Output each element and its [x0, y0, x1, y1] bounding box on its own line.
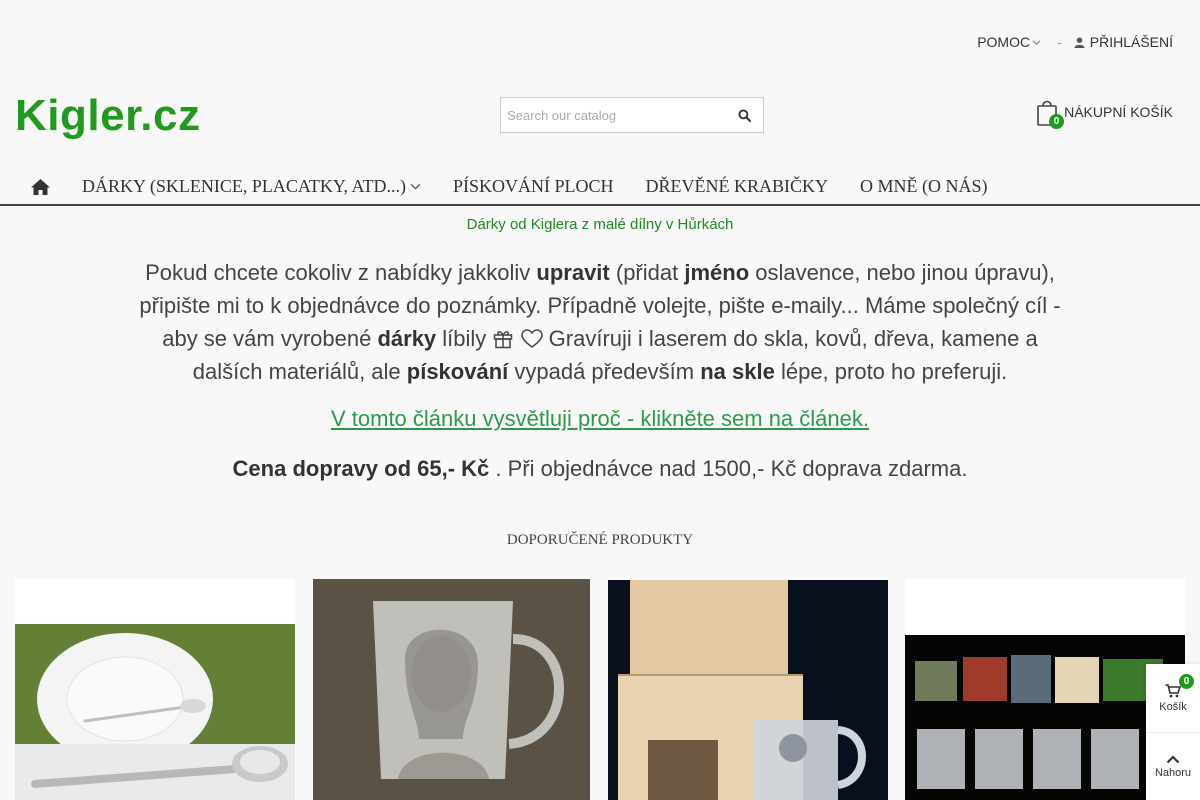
product-image — [608, 580, 888, 800]
product-card[interactable] — [608, 580, 888, 800]
topbar-separator: - — [1057, 34, 1062, 50]
nav-item-label: PÍSKOVÁNÍ PLOCH — [453, 176, 614, 196]
featured-products-title: DOPORUČENÉ PRODUKTY — [506, 532, 694, 548]
article-link[interactable]: V tomto článku vysvětluji proč - kliknět… — [0, 406, 1200, 432]
cart-link[interactable]: 0 NÁKUPNÍ KOŠÍK — [1036, 97, 1173, 129]
tagline: Dárky od Kiglera z malé dílny v Hůrkách — [466, 216, 734, 233]
cart-label: NÁKUPNÍ KOŠÍK — [1064, 104, 1173, 120]
nav-item-sandblasting[interactable]: PÍSKOVÁNÍ PLOCH — [453, 176, 614, 197]
site-logo[interactable]: Kigler.cz — [15, 91, 200, 141]
intro-bold: dárky — [377, 326, 437, 351]
shipping-info: Cena dopravy od 65,- Kč . Při objednávce… — [0, 456, 1200, 482]
gift-icon — [494, 331, 513, 349]
chevron-up-icon — [1166, 755, 1180, 764]
cart-count-badge: 0 — [1049, 114, 1065, 129]
side-cart-button[interactable]: Košík 0 — [1146, 664, 1200, 732]
home-icon[interactable] — [30, 178, 51, 196]
intro-bold: jméno — [684, 260, 750, 285]
intro-text-part: vypadá především — [508, 359, 701, 384]
nav-item-label: O MNĚ (O NÁS) — [860, 176, 988, 196]
login-link[interactable]: PŘIHLÁŠENÍ — [1074, 34, 1173, 50]
chevron-down-icon — [410, 183, 421, 190]
nav-item-label: DÁRKY (SKLENICE, PLACATKY, ATD...) — [82, 176, 407, 196]
floating-side-widget: Košík 0 Nahoru — [1146, 664, 1200, 800]
intro-bold: na skle — [700, 359, 775, 384]
nav-item-label: DŘEVĚNÉ KRABIČKY — [645, 176, 829, 196]
shipping-price: Cena dopravy od 65,- Kč — [232, 456, 490, 481]
product-card[interactable] — [905, 579, 1185, 800]
product-image — [15, 579, 295, 800]
help-menu[interactable]: POMOC — [977, 34, 1041, 50]
back-to-top-label: Nahoru — [1154, 767, 1192, 779]
intro-bold: upravit — [536, 260, 610, 285]
login-label: PŘIHLÁŠENÍ — [1089, 34, 1173, 50]
intro-text-part: lépe, proto ho preferuji. — [774, 359, 1008, 384]
cart-icon — [1165, 683, 1181, 697]
intro-text-part: Pokud chcete cokoliv z nabídky jakkoliv — [145, 260, 537, 285]
nav-item-about[interactable]: O MNĚ (O NÁS) — [860, 176, 988, 197]
intro-text-part: líbily — [436, 326, 493, 351]
heart-icon — [520, 329, 543, 348]
main-nav: DÁRKY (SKLENICE, PLACATKY, ATD...) PÍSKO… — [0, 168, 1200, 206]
shipping-note: . Při objednávce nad 1500,- Kč doprava z… — [489, 456, 968, 481]
user-icon — [1074, 36, 1085, 48]
help-label: POMOC — [977, 34, 1031, 50]
nav-item-wooden-boxes[interactable]: DŘEVĚNÉ KRABIČKY — [646, 176, 829, 197]
intro-text-part: (přidat — [609, 260, 685, 285]
intro-text: Pokud chcete cokoliv z nabídky jakkoliv … — [135, 256, 1065, 388]
search-box — [500, 97, 764, 133]
shopping-bag-icon: 0 — [1036, 97, 1065, 129]
search-icon — [737, 108, 751, 122]
product-image — [905, 579, 1185, 800]
back-to-top-button[interactable]: Nahoru — [1146, 732, 1200, 800]
search-button[interactable] — [725, 98, 763, 132]
chevron-down-icon — [1032, 39, 1041, 45]
product-card[interactable] — [313, 579, 590, 800]
top-bar: POMOC - PŘIHLÁŠENÍ — [977, 34, 1173, 50]
product-image — [313, 579, 590, 800]
intro-bold: pískování — [406, 359, 509, 384]
side-cart-count-badge: 0 — [1179, 674, 1194, 689]
nav-item-gifts[interactable]: DÁRKY (SKLENICE, PLACATKY, ATD...) — [82, 176, 421, 197]
product-grid — [15, 579, 1185, 800]
search-input[interactable] — [501, 98, 725, 132]
side-cart-label: Košík — [1159, 700, 1187, 713]
product-card[interactable] — [15, 579, 295, 800]
